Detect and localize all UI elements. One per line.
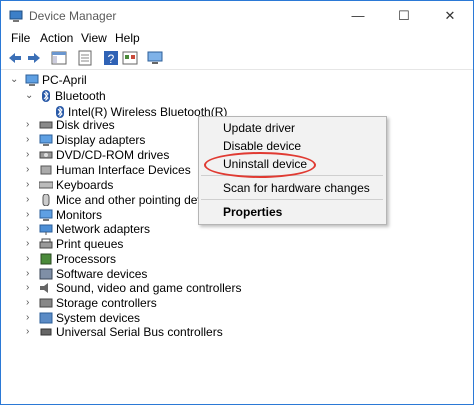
device-view-icon[interactable] — [122, 50, 138, 66]
menu-item-update-driver[interactable]: Update driver — [223, 121, 295, 135]
chevron-right-icon[interactable]: › — [26, 295, 34, 309]
toolbar: ? — [1, 47, 473, 70]
chevron-right-icon[interactable]: › — [26, 132, 34, 146]
device-manager-window: Device Manager — ☐ ✕ File Action View He… — [0, 0, 474, 405]
chevron-right-icon[interactable]: › — [26, 236, 34, 250]
menu-item-properties[interactable]: Properties — [223, 205, 282, 219]
system-device-icon — [39, 312, 53, 324]
speaker-icon — [40, 283, 48, 293]
bluetooth-icon — [42, 90, 50, 102]
device-manager-icon — [9, 10, 23, 22]
tree-item-label: Sound, video and game controllers — [56, 281, 242, 295]
window-title: Device Manager — [29, 9, 117, 23]
keyboard-icon — [39, 181, 53, 189]
tree-item-label: Print queues — [56, 237, 124, 251]
chevron-down-icon[interactable]: ⌄ — [25, 88, 33, 102]
menu-item-scan-hardware[interactable]: Scan for hardware changes — [223, 181, 370, 195]
hid-icon — [40, 165, 52, 175]
chevron-right-icon[interactable]: › — [26, 162, 34, 176]
dvd-drive-icon — [39, 151, 53, 159]
tree-item-label: DVD/CD-ROM drives — [56, 148, 170, 162]
storage-controller-icon — [39, 298, 53, 308]
mouse-icon — [42, 194, 50, 206]
chevron-right-icon[interactable]: › — [26, 280, 34, 294]
network-adapter-icon — [39, 224, 53, 235]
scan-hardware-icon[interactable] — [147, 50, 163, 66]
menu-separator — [201, 199, 383, 200]
forward-arrow-icon[interactable] — [26, 50, 42, 66]
chevron-right-icon[interactable]: › — [26, 117, 34, 131]
printer-icon — [39, 238, 53, 249]
chevron-right-icon[interactable]: › — [26, 177, 34, 191]
svg-text:?: ? — [108, 52, 115, 66]
chevron-right-icon[interactable]: › — [26, 221, 34, 235]
tree-item-storage-controllers[interactable]: › Storage controllers — [1, 295, 473, 311]
software-device-icon — [39, 268, 53, 280]
maximize-button[interactable]: ☐ — [381, 1, 427, 31]
computer-icon — [25, 74, 39, 86]
tree-item-processors[interactable]: › Processors — [1, 251, 473, 267]
menu-action[interactable]: Action — [40, 31, 73, 45]
tree-item-label: Network adapters — [56, 222, 151, 236]
disk-drive-icon — [39, 121, 53, 129]
tree-item-label: Bluetooth — [55, 89, 106, 103]
show-hide-console-tree-icon[interactable] — [51, 50, 67, 66]
processor-icon — [40, 253, 52, 265]
tree-item-label: Processors — [56, 252, 117, 266]
tree-item-label: Keyboards — [56, 178, 114, 192]
tree-item-sound-controllers[interactable]: › Sound, video and game controllers — [1, 280, 473, 296]
menu-item-disable-device[interactable]: Disable device — [223, 139, 301, 153]
menu-help[interactable]: Help — [115, 31, 140, 45]
chevron-right-icon[interactable]: › — [26, 251, 34, 265]
tree-item-label: Disk drives — [56, 118, 115, 132]
chevron-right-icon[interactable]: › — [26, 207, 34, 221]
properties-icon[interactable] — [77, 50, 93, 66]
chevron-down-icon[interactable]: ⌄ — [10, 72, 18, 86]
tree-item-bluetooth[interactable]: ⌄ Bluetooth — [1, 88, 473, 104]
tree-root-label: PC-April — [42, 73, 87, 87]
chevron-right-icon[interactable]: › — [26, 192, 34, 206]
highlight-annotation-oval — [204, 152, 316, 178]
title-bar: Device Manager — ☐ ✕ — [1, 1, 473, 31]
tree-root[interactable]: ⌄ PC-April — [1, 72, 473, 88]
minimize-button[interactable]: — — [335, 1, 381, 31]
menu-view[interactable]: View — [81, 31, 107, 45]
menu-file[interactable]: File — [11, 31, 30, 45]
usb-icon — [40, 328, 52, 336]
menu-bar: File Action View Help — [1, 31, 473, 47]
display-adapter-icon — [39, 134, 53, 146]
tree-item-usb-controllers[interactable]: › Universal Serial Bus controllers — [1, 324, 473, 340]
back-arrow-icon[interactable] — [7, 50, 23, 66]
monitor-icon — [39, 209, 53, 221]
chevron-right-icon[interactable]: › — [26, 147, 34, 161]
tree-item-label: Universal Serial Bus controllers — [56, 325, 223, 339]
tree-item-print-queues[interactable]: › Print queues — [1, 236, 473, 252]
tree-item-label: Human Interface Devices — [56, 163, 191, 177]
tree-item-label: Storage controllers — [56, 296, 157, 310]
help-icon[interactable]: ? — [103, 50, 119, 66]
tree-item-label: Display adapters — [56, 133, 146, 147]
chevron-right-icon[interactable]: › — [26, 310, 34, 324]
chevron-right-icon[interactable]: › — [26, 266, 34, 280]
close-button[interactable]: ✕ — [427, 1, 473, 31]
chevron-right-icon[interactable]: › — [26, 324, 34, 338]
